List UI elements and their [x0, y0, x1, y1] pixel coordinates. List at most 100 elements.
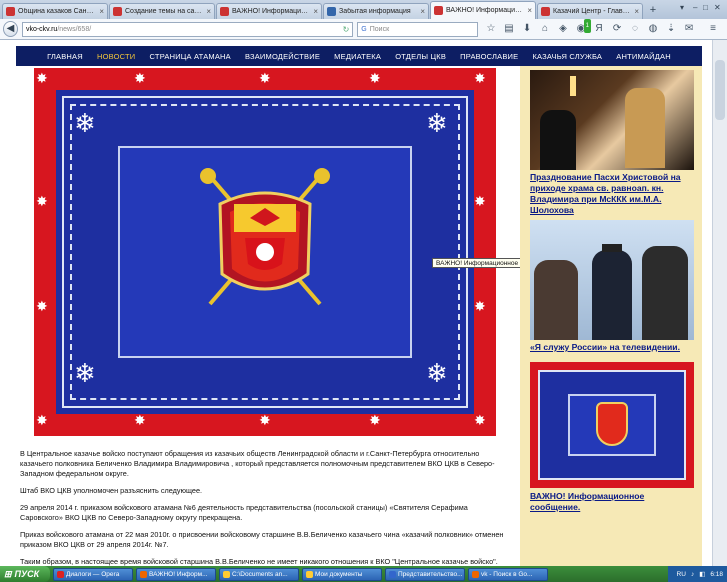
browser-tab[interactable]: Забытая информация × — [323, 3, 429, 19]
windows-logo-icon: ⊞ — [4, 568, 12, 579]
sidebar-link-tv[interactable]: «Я служу России» на телевидении. — [530, 342, 694, 353]
close-icon[interactable]: × — [313, 7, 318, 16]
browser-tab-active[interactable]: ВАЖНО! Информационное с...× — [430, 1, 536, 19]
shield-icon[interactable]: ◈ — [556, 22, 570, 36]
easter-service-photo[interactable] — [530, 70, 694, 170]
close-icon[interactable]: × — [206, 7, 211, 16]
speaker-icon[interactable]: ♪ — [691, 571, 694, 578]
star-icon: ✸ — [259, 70, 271, 86]
taskbar-task[interactable]: Мои документы — [302, 567, 382, 581]
article-paragraph: Таким образом, в настоящее время войсков… — [20, 557, 498, 566]
taskbar-task[interactable]: ВАЖНО! Информ... — [136, 567, 216, 581]
search-icon: G — [361, 25, 367, 33]
home-icon[interactable]: ⌂ — [538, 22, 552, 36]
star-icon: ✸ — [259, 412, 271, 428]
nav-item-orthodoxy[interactable]: ПРАВОСЛАВИЕ — [460, 52, 518, 61]
clipboard-icon[interactable]: ▤ — [502, 22, 516, 36]
clock[interactable]: 6:18 — [710, 571, 723, 578]
url-bar[interactable]: vko-ckv.ru/news/658/ ↻ — [21, 21, 354, 37]
close-window-icon[interactable]: ✕ — [714, 3, 721, 12]
maximize-icon[interactable]: □ — [703, 3, 708, 12]
nav-item-news[interactable]: НОВОСТИ — [97, 52, 135, 61]
tab-title: ВАЖНО! Информационное с... — [446, 7, 524, 14]
star-icon: ✸ — [36, 412, 48, 428]
sync-icon[interactable]: ⟳ — [610, 22, 624, 36]
close-icon[interactable]: × — [634, 7, 639, 16]
network-icon[interactable]: ◧ — [699, 570, 705, 578]
menu-icon[interactable]: ≡ — [706, 22, 720, 36]
tab-list-icon[interactable]: ▾ — [680, 3, 684, 12]
star-icon: ✸ — [134, 412, 146, 428]
close-icon[interactable]: × — [99, 7, 104, 16]
star-icon: ✸ — [369, 412, 381, 428]
web-page: ГЛАВНАЯ НОВОСТИ СТРАНИЦА АТАМАНА ВЗАИМОД… — [0, 40, 712, 566]
tab-favicon-icon — [327, 7, 336, 16]
article-paragraph: 29 апреля 2014 г. приказом войскового ат… — [20, 503, 468, 522]
page-scrollbar[interactable] — [712, 40, 727, 566]
star-icon: ✸ — [36, 193, 48, 209]
snowflake-icon: ❄ — [426, 108, 448, 138]
taskbar-task[interactable]: C:\Documents an... — [219, 567, 299, 581]
language-indicator[interactable]: RU — [677, 571, 686, 578]
taskbar-task[interactable]: Диалоги — Opera — [53, 567, 133, 581]
translate-icon[interactable]: Я — [592, 22, 606, 36]
tab-title: Создание темы на сайт... — [125, 8, 204, 15]
extension-icon[interactable]: ◉ 1 — [574, 19, 592, 36]
reload-icon[interactable]: ↻ — [343, 25, 350, 34]
tab-favicon-icon — [434, 6, 443, 15]
nav-item-antimaidan[interactable]: АНТИМАЙДАН — [616, 52, 671, 61]
taskbar-task[interactable]: vk - Поиск в Go... — [468, 567, 548, 581]
back-button[interactable]: ◀ — [3, 21, 18, 37]
url-path: /news/658/ — [57, 25, 92, 33]
mail-icon[interactable]: ✉ — [682, 22, 696, 36]
star-icon: ✸ — [474, 298, 486, 314]
download-icon[interactable]: ⬇ — [520, 22, 534, 36]
article-paragraph: Штаб ВКО ЦКВ уполномочен разъяснить след… — [20, 486, 203, 495]
new-tab-button[interactable]: + — [646, 3, 660, 17]
search-input[interactable]: G Поиск — [357, 21, 479, 37]
tab-bar: Община казаков Санкт-... × Создание темы … — [0, 0, 727, 19]
task-label: Диалоги — Opera — [66, 570, 120, 578]
nav-item-departments[interactable]: ОТДЕЛЫ ЦКВ — [395, 52, 446, 61]
star-icon: ✸ — [474, 412, 486, 428]
star-icon: ✸ — [36, 298, 48, 314]
minimize-icon[interactable]: – — [693, 3, 697, 12]
star-icon: ✸ — [474, 70, 486, 86]
task-label: C:\Documents an... — [232, 570, 288, 578]
tab-title: Община казаков Санкт-... — [18, 8, 97, 15]
start-button[interactable]: ⊞ ПУСК — [0, 566, 50, 582]
chat-icon[interactable]: ◌ — [628, 22, 642, 36]
sidebar: Празднование Пасхи Христовой на приходе … — [520, 66, 702, 566]
badge-count: 1 — [583, 19, 592, 33]
browser-tab[interactable]: Община казаков Санкт-... × — [2, 3, 108, 19]
sidebar-link-announcement[interactable]: ВАЖНО! Информационное сообщение. — [530, 491, 694, 513]
nav-item-interaction[interactable]: ВЗАИМОДЕЙСТВИЕ — [245, 52, 320, 61]
nav-item-media[interactable]: МЕДИАТЕКА — [334, 52, 381, 61]
snowflake-icon: ❄ — [74, 358, 96, 388]
tab-title: Казачий Центр - Главн... — [553, 8, 632, 15]
browser-tab[interactable]: ВАЖНО! Информационное с...× — [216, 3, 322, 19]
url-host: vko-ckv.ru — [25, 25, 58, 33]
nav-item-service[interactable]: КАЗАЧЬЯ СЛУЖБА — [532, 52, 602, 61]
nav-item-home[interactable]: ГЛАВНАЯ — [47, 52, 83, 61]
cossack-banner-thumbnail[interactable] — [530, 362, 694, 488]
taskbar-task[interactable]: Представительство... — [385, 567, 465, 581]
nav-item-ataman[interactable]: СТРАНИЦА АТАМАНА — [150, 52, 231, 61]
tab-title: Забытая информация — [339, 8, 411, 15]
download-arrow-icon[interactable]: ⇣ — [664, 22, 678, 36]
close-icon[interactable]: × — [420, 7, 425, 16]
star-icon[interactable]: ☆ — [484, 22, 498, 36]
browser-tab[interactable]: Создание темы на сайт... × — [109, 3, 215, 19]
sidebar-link-easter[interactable]: Празднование Пасхи Христовой на приходе … — [530, 172, 694, 216]
task-label: Представительство... — [398, 570, 463, 578]
tab-favicon-icon — [220, 7, 229, 16]
system-tray: RU ♪ ◧ 6:18 — [667, 566, 727, 582]
tv-studio-photo[interactable] — [530, 220, 694, 340]
start-label: ПУСК — [14, 569, 40, 579]
article-paragraph: В Центральное казачье войско поступают о… — [20, 449, 495, 478]
browser-tab[interactable]: Казачий Центр - Главн... × — [537, 3, 643, 19]
task-label: Мои документы — [315, 570, 363, 578]
addon-icon[interactable]: ◍ — [646, 22, 660, 36]
close-icon[interactable]: × — [527, 6, 532, 15]
scrollbar-thumb[interactable] — [715, 60, 725, 120]
